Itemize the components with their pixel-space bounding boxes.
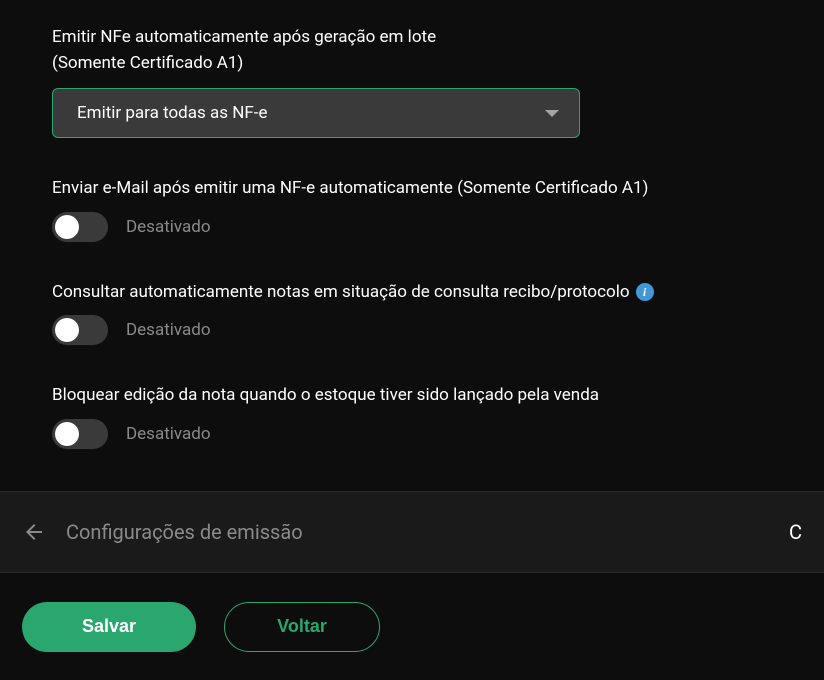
auto-query-group: Consultar automaticamente notas em situa…: [52, 280, 772, 346]
emit-nfe-label-line1: Emitir NFe automaticamente após geração …: [52, 27, 436, 47]
block-edit-toggle[interactable]: [52, 419, 108, 449]
toggle-knob: [55, 422, 79, 446]
nav-bar: Configurações de emissão C: [0, 491, 824, 573]
toggle-knob: [55, 318, 79, 342]
block-edit-status: Desativado: [126, 424, 211, 444]
send-email-label: Enviar e-Mail após emitir uma NF-e autom…: [52, 176, 772, 202]
emit-nfe-select-value: Emitir para todas as NF-e: [77, 103, 267, 123]
block-edit-label: Bloquear edição da nota quando o estoque…: [52, 383, 772, 409]
auto-query-label: Consultar automaticamente notas em situa…: [52, 280, 630, 306]
send-email-group: Enviar e-Mail após emitir uma NF-e autom…: [52, 176, 772, 242]
emit-nfe-select[interactable]: Emitir para todas as NF-e: [52, 88, 580, 138]
auto-query-toggle[interactable]: [52, 315, 108, 345]
arrow-left-icon[interactable]: [22, 520, 46, 544]
auto-query-status: Desativado: [126, 320, 211, 340]
emit-nfe-label: Emitir NFe automaticamente após geração …: [52, 25, 772, 76]
button-bar: Salvar Voltar: [0, 573, 824, 680]
chevron-down-icon: [545, 110, 559, 117]
back-button[interactable]: Voltar: [224, 602, 380, 652]
emit-nfe-group: Emitir NFe automaticamente após geração …: [52, 25, 772, 138]
emit-nfe-label-line2: (Somente Certificado A1): [52, 53, 243, 73]
info-icon[interactable]: i: [636, 283, 654, 301]
toggle-knob: [55, 215, 79, 239]
send-email-toggle[interactable]: [52, 212, 108, 242]
nav-title: Configurações de emissão: [66, 520, 789, 544]
save-button[interactable]: Salvar: [22, 602, 196, 652]
block-edit-group: Bloquear edição da nota quando o estoque…: [52, 383, 772, 449]
send-email-status: Desativado: [126, 217, 211, 237]
nav-right-text: C: [789, 520, 802, 544]
